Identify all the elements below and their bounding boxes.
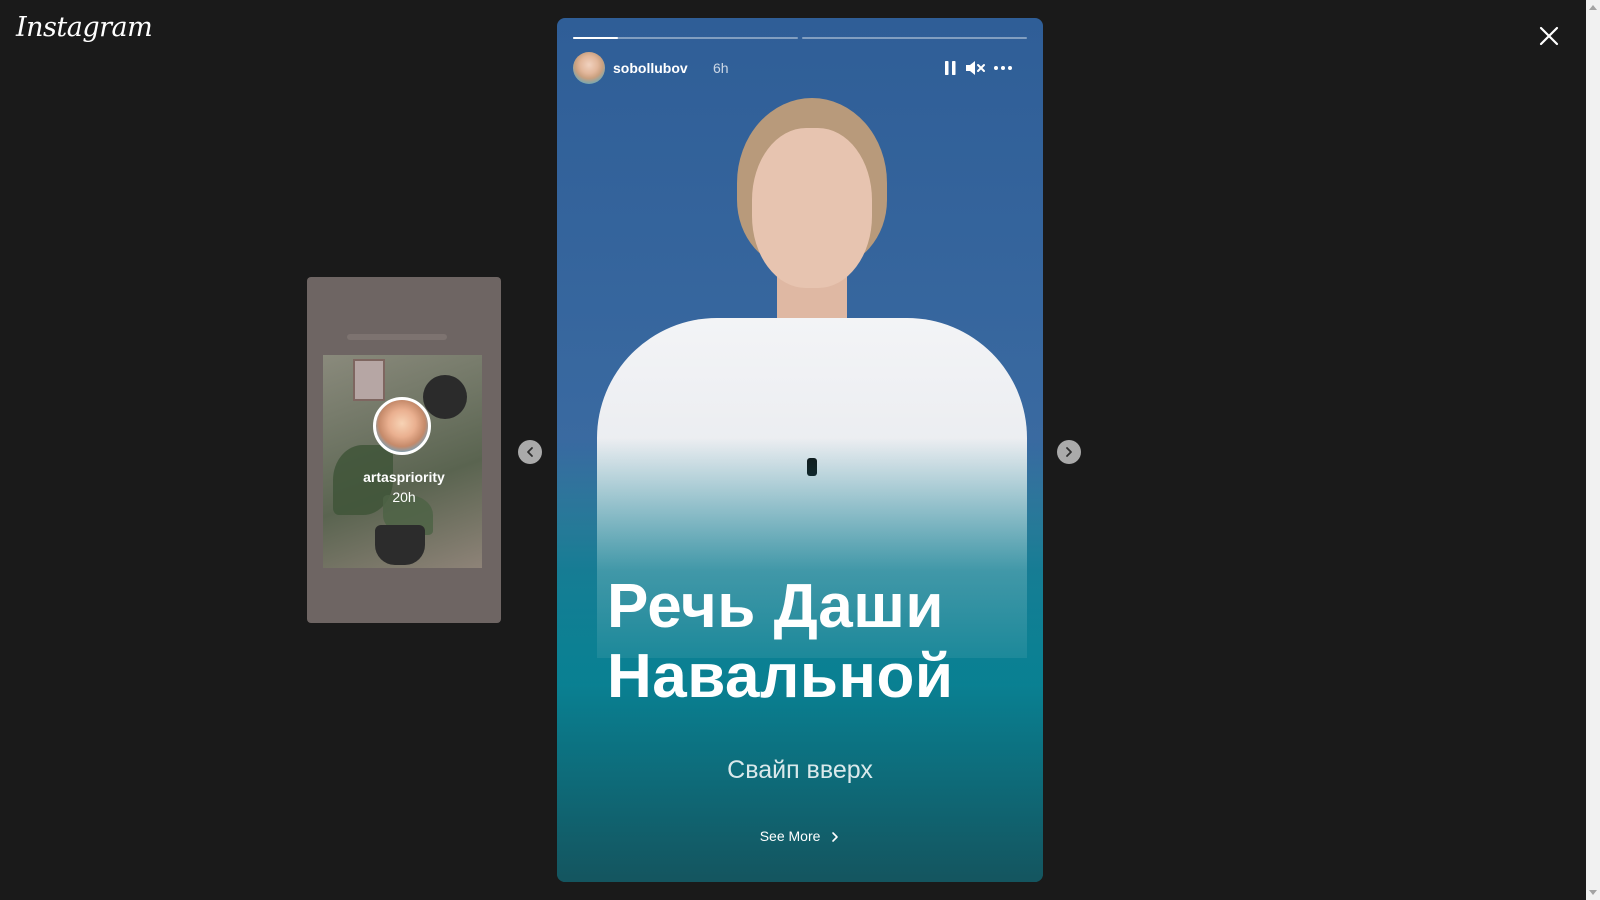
- chevron-right-icon: [1066, 447, 1072, 457]
- more-horizontal-icon: [994, 66, 1012, 70]
- headline-line-1: Речь Даши: [607, 572, 945, 641]
- progress-segment: [802, 37, 1027, 39]
- next-story-button[interactable]: [1057, 440, 1081, 464]
- page-scrollbar[interactable]: [1586, 0, 1600, 900]
- story-header: sobollubov 6h: [573, 52, 1027, 84]
- previous-story-button[interactable]: [518, 440, 542, 464]
- preview-username: artaspriority: [363, 469, 445, 485]
- story-timestamp: 6h: [713, 60, 729, 76]
- pause-icon: [945, 61, 956, 75]
- story-username[interactable]: sobollubov: [613, 60, 688, 76]
- swipe-up-text: Свайп вверх: [727, 756, 873, 784]
- preview-story-card[interactable]: artaspriority 20h: [307, 277, 501, 623]
- story-headline: Речь Даши Навальной: [607, 572, 1007, 712]
- chevron-left-icon: [527, 447, 533, 457]
- instagram-logo[interactable]: Instagram: [16, 12, 153, 43]
- story-viewer[interactable]: sobollubov 6h Речь Даши Навальной Свайп …: [557, 18, 1043, 882]
- progress-fill: [573, 37, 618, 39]
- pause-button[interactable]: [939, 56, 963, 80]
- close-button[interactable]: [1537, 24, 1561, 48]
- muted-speaker-icon: [966, 61, 985, 75]
- progress-segment: [573, 37, 798, 39]
- more-options-button[interactable]: [991, 56, 1015, 80]
- scroll-down-arrow-icon[interactable]: [1589, 890, 1597, 895]
- chevron-right-icon: [832, 832, 839, 843]
- mute-button[interactable]: [963, 56, 987, 80]
- preview-faint-text: [347, 334, 447, 340]
- headline-line-2: Навальной: [607, 642, 954, 711]
- see-more-label: See More: [759, 828, 821, 844]
- story-avatar[interactable]: [573, 52, 605, 84]
- preview-story-thumbnail: [323, 355, 482, 568]
- close-icon: [1539, 26, 1559, 46]
- story-progress-bar: [573, 37, 1027, 39]
- preview-avatar: [373, 397, 431, 455]
- preview-timestamp: 20h: [392, 489, 416, 505]
- scroll-up-arrow-icon[interactable]: [1589, 5, 1597, 10]
- see-more-link[interactable]: See More: [557, 828, 1043, 844]
